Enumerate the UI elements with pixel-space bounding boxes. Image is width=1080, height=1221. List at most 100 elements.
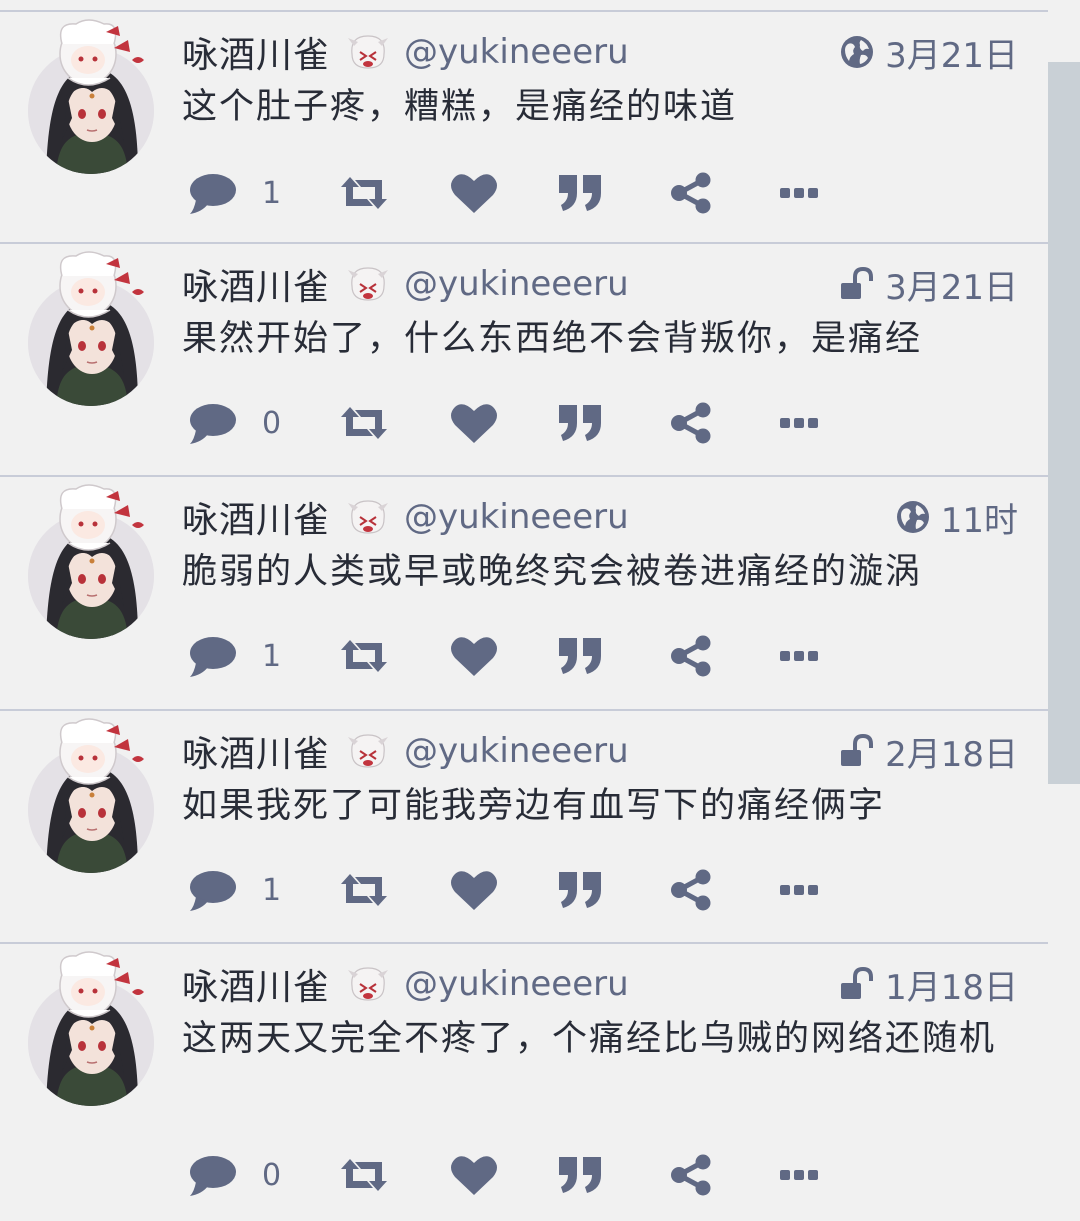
reply-count: 1 — [262, 175, 282, 211]
status-meta[interactable]: 3月21日 — [839, 32, 1018, 76]
avatar[interactable] — [28, 944, 156, 1114]
reply-button[interactable]: 1 — [188, 168, 281, 218]
reply-icon — [188, 633, 238, 679]
avatar[interactable] — [28, 711, 156, 881]
quote-icon — [557, 636, 605, 676]
avatar-overlay-chibi — [48, 946, 158, 1024]
scrollbar[interactable] — [1048, 62, 1080, 784]
avatar[interactable] — [28, 244, 156, 414]
timestamp[interactable]: 1月18日 — [885, 960, 1018, 1009]
share-button[interactable] — [669, 631, 713, 681]
more-icon — [779, 417, 819, 429]
status-item[interactable]: 咏酒川雀 @yukineeeru 11时 脆弱的人类或早或晚终究会被卷进痛经的漩… — [0, 477, 1048, 711]
boost-icon — [337, 870, 391, 910]
reply-icon — [188, 400, 238, 446]
globe-icon — [839, 34, 875, 70]
status-header: 咏酒川雀 @yukineeeru 3月21日 — [182, 32, 1018, 76]
boost-icon — [337, 1155, 391, 1195]
share-button[interactable] — [669, 398, 713, 448]
display-name[interactable]: 咏酒川雀 — [182, 491, 330, 543]
account-handle[interactable]: @yukineeeru — [404, 264, 629, 304]
reply-icon — [188, 1152, 238, 1198]
status-content: 这两天又完全不疼了，个痛经比乌贼的网络还随机 — [182, 1019, 997, 1059]
unlock-icon — [839, 266, 875, 302]
status-item[interactable]: 咏酒川雀 @yukineeeru 1月18日 这两天又完全不疼了，个痛经比乌贼的… — [0, 944, 1048, 1221]
account-handle[interactable]: @yukineeeru — [404, 32, 629, 72]
avatar[interactable] — [28, 477, 156, 647]
status-meta[interactable]: 11时 — [895, 497, 1018, 541]
status-header: 咏酒川雀 @yukineeeru 11时 — [182, 497, 1018, 541]
quote-button[interactable] — [557, 1150, 605, 1200]
boost-icon — [337, 403, 391, 443]
timestamp[interactable]: 3月21日 — [885, 260, 1018, 309]
favourite-button[interactable] — [449, 631, 499, 681]
status-meta[interactable]: 3月21日 — [839, 264, 1018, 308]
quote-button[interactable] — [557, 168, 605, 218]
reply-count: 0 — [262, 405, 282, 441]
quote-icon — [557, 173, 605, 213]
display-name[interactable]: 咏酒川雀 — [182, 258, 330, 310]
timeline[interactable]: 咏酒川雀 @yukineeeru 3月21日 这个肚子疼，糟糕，是痛经的味道 1 — [0, 0, 1048, 1221]
more-button[interactable] — [779, 631, 819, 681]
reply-button[interactable]: 1 — [188, 631, 281, 681]
timestamp[interactable]: 3月21日 — [885, 28, 1018, 77]
custom-emoji-icon — [346, 32, 390, 72]
status-item[interactable]: 咏酒川雀 @yukineeeru 3月21日 果然开始了，什么东西绝不会背叛你，… — [0, 244, 1048, 477]
timestamp[interactable]: 2月18日 — [885, 727, 1018, 776]
quote-icon — [557, 1155, 605, 1195]
more-icon — [779, 650, 819, 662]
boost-button[interactable] — [337, 865, 391, 915]
status-content: 这个肚子疼，糟糕，是痛经的味道 — [182, 87, 738, 127]
action-bar: 1 — [182, 631, 819, 681]
quote-button[interactable] — [557, 398, 605, 448]
action-bar: 1 — [182, 865, 819, 915]
quote-button[interactable] — [557, 865, 605, 915]
unlock-icon — [839, 966, 875, 1002]
status-content: 如果我死了可能我旁边有血写下的痛经俩字 — [182, 786, 886, 826]
display-name[interactable]: 咏酒川雀 — [182, 958, 330, 1010]
action-bar: 0 — [182, 398, 819, 448]
favourite-button[interactable] — [449, 1150, 499, 1200]
account-handle[interactable]: @yukineeeru — [404, 964, 629, 1004]
more-button[interactable] — [779, 1150, 819, 1200]
more-button[interactable] — [779, 865, 819, 915]
status-item[interactable]: 咏酒川雀 @yukineeeru 2月18日 如果我死了可能我旁边有血写下的痛经… — [0, 711, 1048, 944]
reply-button[interactable]: 1 — [188, 865, 281, 915]
display-name[interactable]: 咏酒川雀 — [182, 26, 330, 78]
action-bar: 1 — [182, 168, 819, 218]
custom-emoji-icon — [346, 497, 390, 537]
status-meta[interactable]: 2月18日 — [839, 731, 1018, 775]
avatar[interactable] — [28, 12, 156, 182]
boost-button[interactable] — [337, 1150, 391, 1200]
unlock-icon — [839, 733, 875, 769]
more-button[interactable] — [779, 398, 819, 448]
timestamp[interactable]: 11时 — [941, 493, 1018, 542]
boost-button[interactable] — [337, 398, 391, 448]
favourite-button[interactable] — [449, 168, 499, 218]
status-item[interactable]: 咏酒川雀 @yukineeeru 3月21日 这个肚子疼，糟糕，是痛经的味道 1 — [0, 10, 1048, 244]
share-icon — [669, 635, 713, 677]
share-icon — [669, 402, 713, 444]
share-button[interactable] — [669, 1150, 713, 1200]
boost-icon — [337, 173, 391, 213]
avatar-overlay-chibi — [48, 713, 158, 791]
share-button[interactable] — [669, 168, 713, 218]
account-handle[interactable]: @yukineeeru — [404, 497, 629, 537]
globe-icon — [895, 499, 931, 535]
account-handle[interactable]: @yukineeeru — [404, 731, 629, 771]
reply-button[interactable]: 0 — [188, 1150, 281, 1200]
boost-button[interactable] — [337, 631, 391, 681]
display-name[interactable]: 咏酒川雀 — [182, 725, 330, 777]
reply-count: 1 — [262, 638, 282, 674]
reply-button[interactable]: 0 — [188, 398, 281, 448]
reply-icon — [188, 170, 238, 216]
favourite-button[interactable] — [449, 398, 499, 448]
more-button[interactable] — [779, 168, 819, 218]
quote-button[interactable] — [557, 631, 605, 681]
action-bar: 0 — [182, 1150, 819, 1200]
boost-button[interactable] — [337, 168, 391, 218]
favourite-button[interactable] — [449, 865, 499, 915]
quote-icon — [557, 870, 605, 910]
status-meta[interactable]: 1月18日 — [839, 964, 1018, 1008]
share-button[interactable] — [669, 865, 713, 915]
